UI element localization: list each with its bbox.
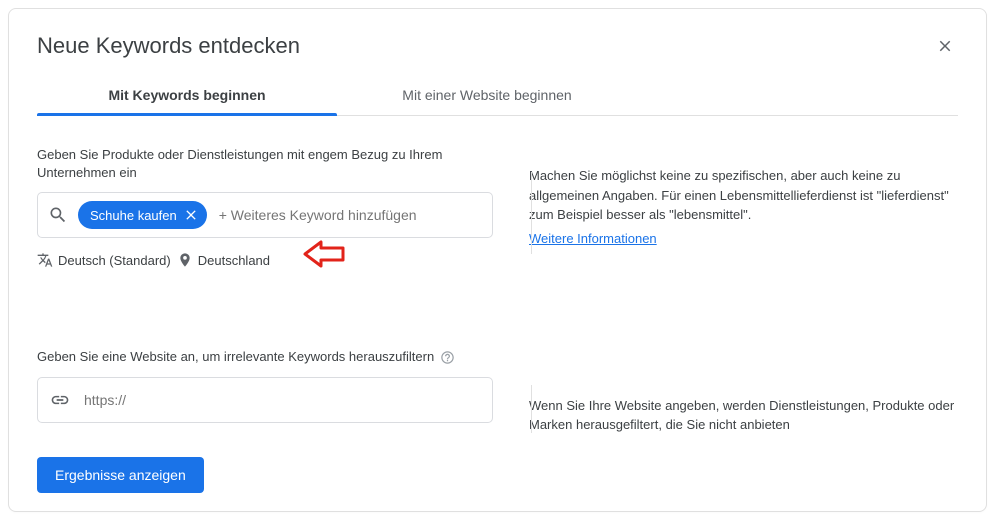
- submit-button[interactable]: Ergebnisse anzeigen: [37, 457, 204, 493]
- keyword-chip[interactable]: Schuhe kaufen: [78, 201, 207, 229]
- chip-remove-icon[interactable]: [183, 207, 199, 223]
- website-url-input[interactable]: [82, 391, 480, 409]
- tip2-text: Wenn Sie Ihre Website angeben, werden Di…: [529, 396, 958, 435]
- tab-website[interactable]: Mit einer Website beginnen: [337, 77, 637, 115]
- close-button[interactable]: [932, 33, 958, 63]
- right-column: Machen Sie möglichst keine zu spezifisch…: [529, 146, 958, 435]
- tip-block-2: Wenn Sie Ihre Website angeben, werden Di…: [529, 396, 958, 435]
- help-icon[interactable]: [440, 350, 455, 365]
- vertical-divider: [531, 172, 532, 254]
- website-label-row: Geben Sie eine Website an, um irrelevant…: [37, 348, 493, 366]
- location-icon: [177, 252, 193, 268]
- keywords-label: Geben Sie Produkte oder Dienstleistungen…: [37, 146, 493, 182]
- chip-label: Schuhe kaufen: [90, 208, 177, 223]
- main-layout: Geben Sie Produkte oder Dienstleistungen…: [37, 146, 958, 435]
- close-icon: [936, 37, 954, 55]
- vertical-divider: [531, 385, 532, 433]
- tabs: Mit Keywords beginnen Mit einer Website …: [37, 77, 958, 116]
- location-selector[interactable]: Deutschland: [177, 252, 270, 268]
- tab-keywords[interactable]: Mit Keywords beginnen: [37, 77, 337, 115]
- annotation-arrow: [303, 239, 347, 269]
- language-value: Deutsch (Standard): [58, 253, 171, 268]
- website-label: Geben Sie eine Website an, um irrelevant…: [37, 348, 434, 366]
- left-column: Geben Sie Produkte oder Dienstleistungen…: [37, 146, 493, 435]
- language-selector[interactable]: Deutsch (Standard): [37, 252, 171, 268]
- header-row: Neue Keywords entdecken: [37, 33, 958, 77]
- search-icon: [48, 205, 68, 225]
- website-input-box[interactable]: [37, 377, 493, 423]
- more-info-link[interactable]: Weitere Informationen: [529, 231, 657, 246]
- tip-block-1: Machen Sie möglichst keine zu spezifisch…: [529, 166, 958, 248]
- add-keyword-input[interactable]: [217, 206, 482, 224]
- dialog-card: Neue Keywords entdecken Mit Keywords beg…: [8, 8, 987, 512]
- page-title: Neue Keywords entdecken: [37, 33, 300, 59]
- translate-icon: [37, 252, 53, 268]
- location-value: Deutschland: [198, 253, 270, 268]
- keywords-input-box[interactable]: Schuhe kaufen: [37, 192, 493, 238]
- website-filter-section: Geben Sie eine Website an, um irrelevant…: [37, 348, 493, 422]
- tip1-text: Machen Sie möglichst keine zu spezifisch…: [529, 166, 958, 225]
- locale-row: Deutsch (Standard) Deutschland: [37, 252, 493, 268]
- link-icon: [50, 390, 70, 410]
